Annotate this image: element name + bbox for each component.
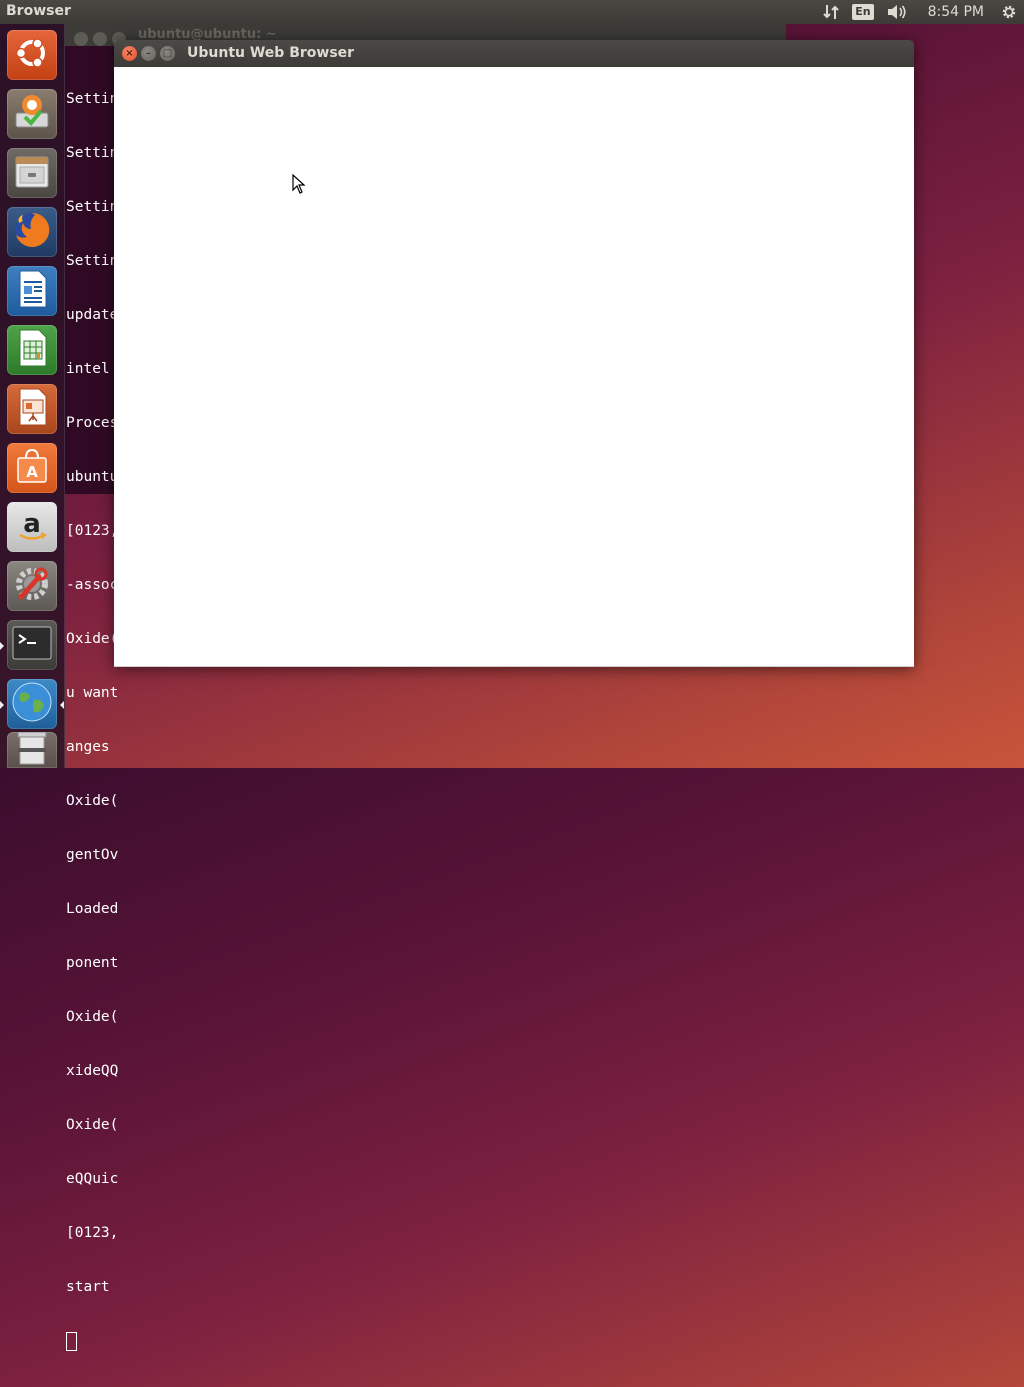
network-transfer-icon[interactable] [822, 3, 840, 21]
minimize-button[interactable]: – [141, 46, 156, 61]
launcher-item-terminal[interactable] [7, 620, 57, 670]
browser-window[interactable]: × – □ Ubuntu Web Browser [114, 40, 914, 667]
software-updater-icon [11, 91, 53, 137]
launcher-item-ubuntu-software[interactable]: A [7, 443, 57, 493]
launcher-item-calc[interactable] [7, 325, 57, 375]
launcher: A a [0, 24, 65, 768]
terminal-line: ubuntu [66, 469, 119, 485]
terminal-line: update [66, 307, 119, 323]
terminal-cursor [66, 1332, 77, 1351]
calc-spreadsheet-icon [12, 327, 52, 373]
terminal-line: eQQuic [66, 1171, 119, 1187]
terminal-line: Oxide( [66, 793, 119, 809]
terminal-line: u want [66, 685, 119, 701]
launcher-item-writer[interactable] [7, 266, 57, 316]
launcher-item-amazon[interactable]: a [7, 502, 57, 552]
shopping-bag-icon: A [12, 446, 52, 490]
settings-wrench-icon [11, 563, 53, 609]
terminal-line: Settin [66, 91, 119, 107]
terminal-close-button[interactable] [74, 32, 88, 46]
maximize-button[interactable]: □ [160, 46, 175, 61]
terminal-minimize-button[interactable] [93, 32, 107, 46]
launcher-item-system-settings[interactable] [7, 561, 57, 611]
keyboard-layout-label: En [852, 4, 874, 20]
launcher-item-trash[interactable] [7, 732, 57, 768]
ubuntu-logo-icon [12, 33, 52, 77]
firefox-icon [11, 209, 53, 255]
clock[interactable]: 8:54 PM [928, 4, 984, 20]
trash-icon [12, 732, 52, 768]
file-cabinet-icon [12, 151, 52, 195]
launcher-item-software-updater[interactable] [7, 89, 57, 139]
terminal-line: -assoc [66, 577, 119, 593]
top-panel: Browser En 8:54 PM [0, 0, 1024, 24]
amazon-icon: a [12, 505, 52, 549]
terminal-line: anges [66, 739, 110, 755]
terminal-running-indicator [0, 642, 4, 650]
terminal-line: xideQQ [66, 1063, 119, 1079]
browser-titlebar[interactable]: × – □ Ubuntu Web Browser [114, 40, 914, 67]
launcher-item-files[interactable] [7, 148, 57, 198]
terminal-line: Oxide( [66, 1009, 119, 1025]
indicator-area: En 8:54 PM [816, 0, 1024, 24]
terminal-line: Proces [66, 415, 119, 431]
settings-gear-icon[interactable] [1000, 3, 1018, 21]
keyboard-layout-indicator[interactable]: En [852, 4, 874, 20]
focused-app-title: Browser [6, 3, 71, 19]
svg-text:a: a [23, 509, 41, 539]
writer-document-icon [12, 268, 52, 314]
window-title: Ubuntu Web Browser [187, 45, 355, 61]
launcher-item-firefox[interactable] [7, 207, 57, 257]
terminal-line: start [66, 1279, 110, 1295]
terminal-line: Settin [66, 199, 119, 215]
launcher-item-impress[interactable] [7, 384, 57, 434]
globe-icon [10, 680, 54, 728]
svg-text:A: A [26, 463, 38, 481]
terminal-output[interactable]: Settin Settin Settin Settin update intel… [66, 54, 118, 1387]
close-button[interactable]: × [122, 46, 137, 61]
terminal-line: Oxide( [66, 631, 119, 647]
volume-icon[interactable] [886, 3, 908, 21]
mouse-pointer-icon [292, 173, 306, 198]
browser-running-indicator [0, 701, 4, 709]
terminal-line: ponent [66, 955, 119, 971]
browser-focused-indicator [60, 701, 64, 709]
terminal-line: Settin [66, 145, 119, 161]
terminal-icon [11, 625, 53, 665]
terminal-line: [0123, [66, 1225, 119, 1241]
launcher-item-dash[interactable] [7, 30, 57, 80]
impress-presentation-icon [12, 386, 52, 432]
terminal-line: Loaded [66, 901, 119, 917]
terminal-line: gentOv [66, 847, 119, 863]
terminal-line: Settin [66, 253, 119, 269]
terminal-line: [0123, [66, 523, 119, 539]
terminal-line: Oxide( [66, 1117, 119, 1133]
launcher-item-web-browser[interactable] [7, 679, 57, 729]
browser-content-area[interactable] [114, 67, 914, 667]
terminal-line: intel [66, 361, 110, 377]
